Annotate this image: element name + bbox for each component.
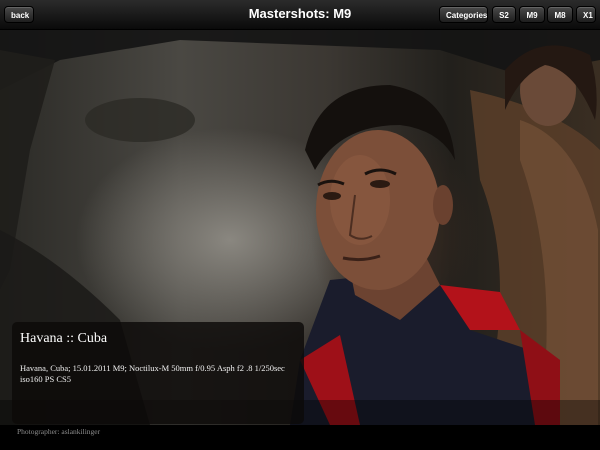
categories-button[interactable]: Categories	[439, 6, 488, 23]
s2-button[interactable]: S2	[492, 6, 516, 23]
photo-caption-panel: Havana :: Cuba Havana, Cuba; 15.01.2011 …	[12, 322, 304, 424]
caption-description: Havana, Cuba; 15.01.2011 M9; Noctilux-M …	[20, 363, 285, 384]
x1-button[interactable]: X1	[576, 6, 596, 23]
top-toolbar: back Mastershots: M9 Categories S2 M9 M8…	[0, 0, 600, 30]
bottom-bar: Photographer: aslankilinger	[0, 425, 600, 450]
m8-button[interactable]: M8	[547, 6, 573, 23]
m9-button[interactable]: M9	[519, 6, 545, 23]
photographer-credit: Photographer: aslankilinger	[17, 427, 101, 436]
caption-title: Havana :: Cuba	[20, 331, 108, 346]
